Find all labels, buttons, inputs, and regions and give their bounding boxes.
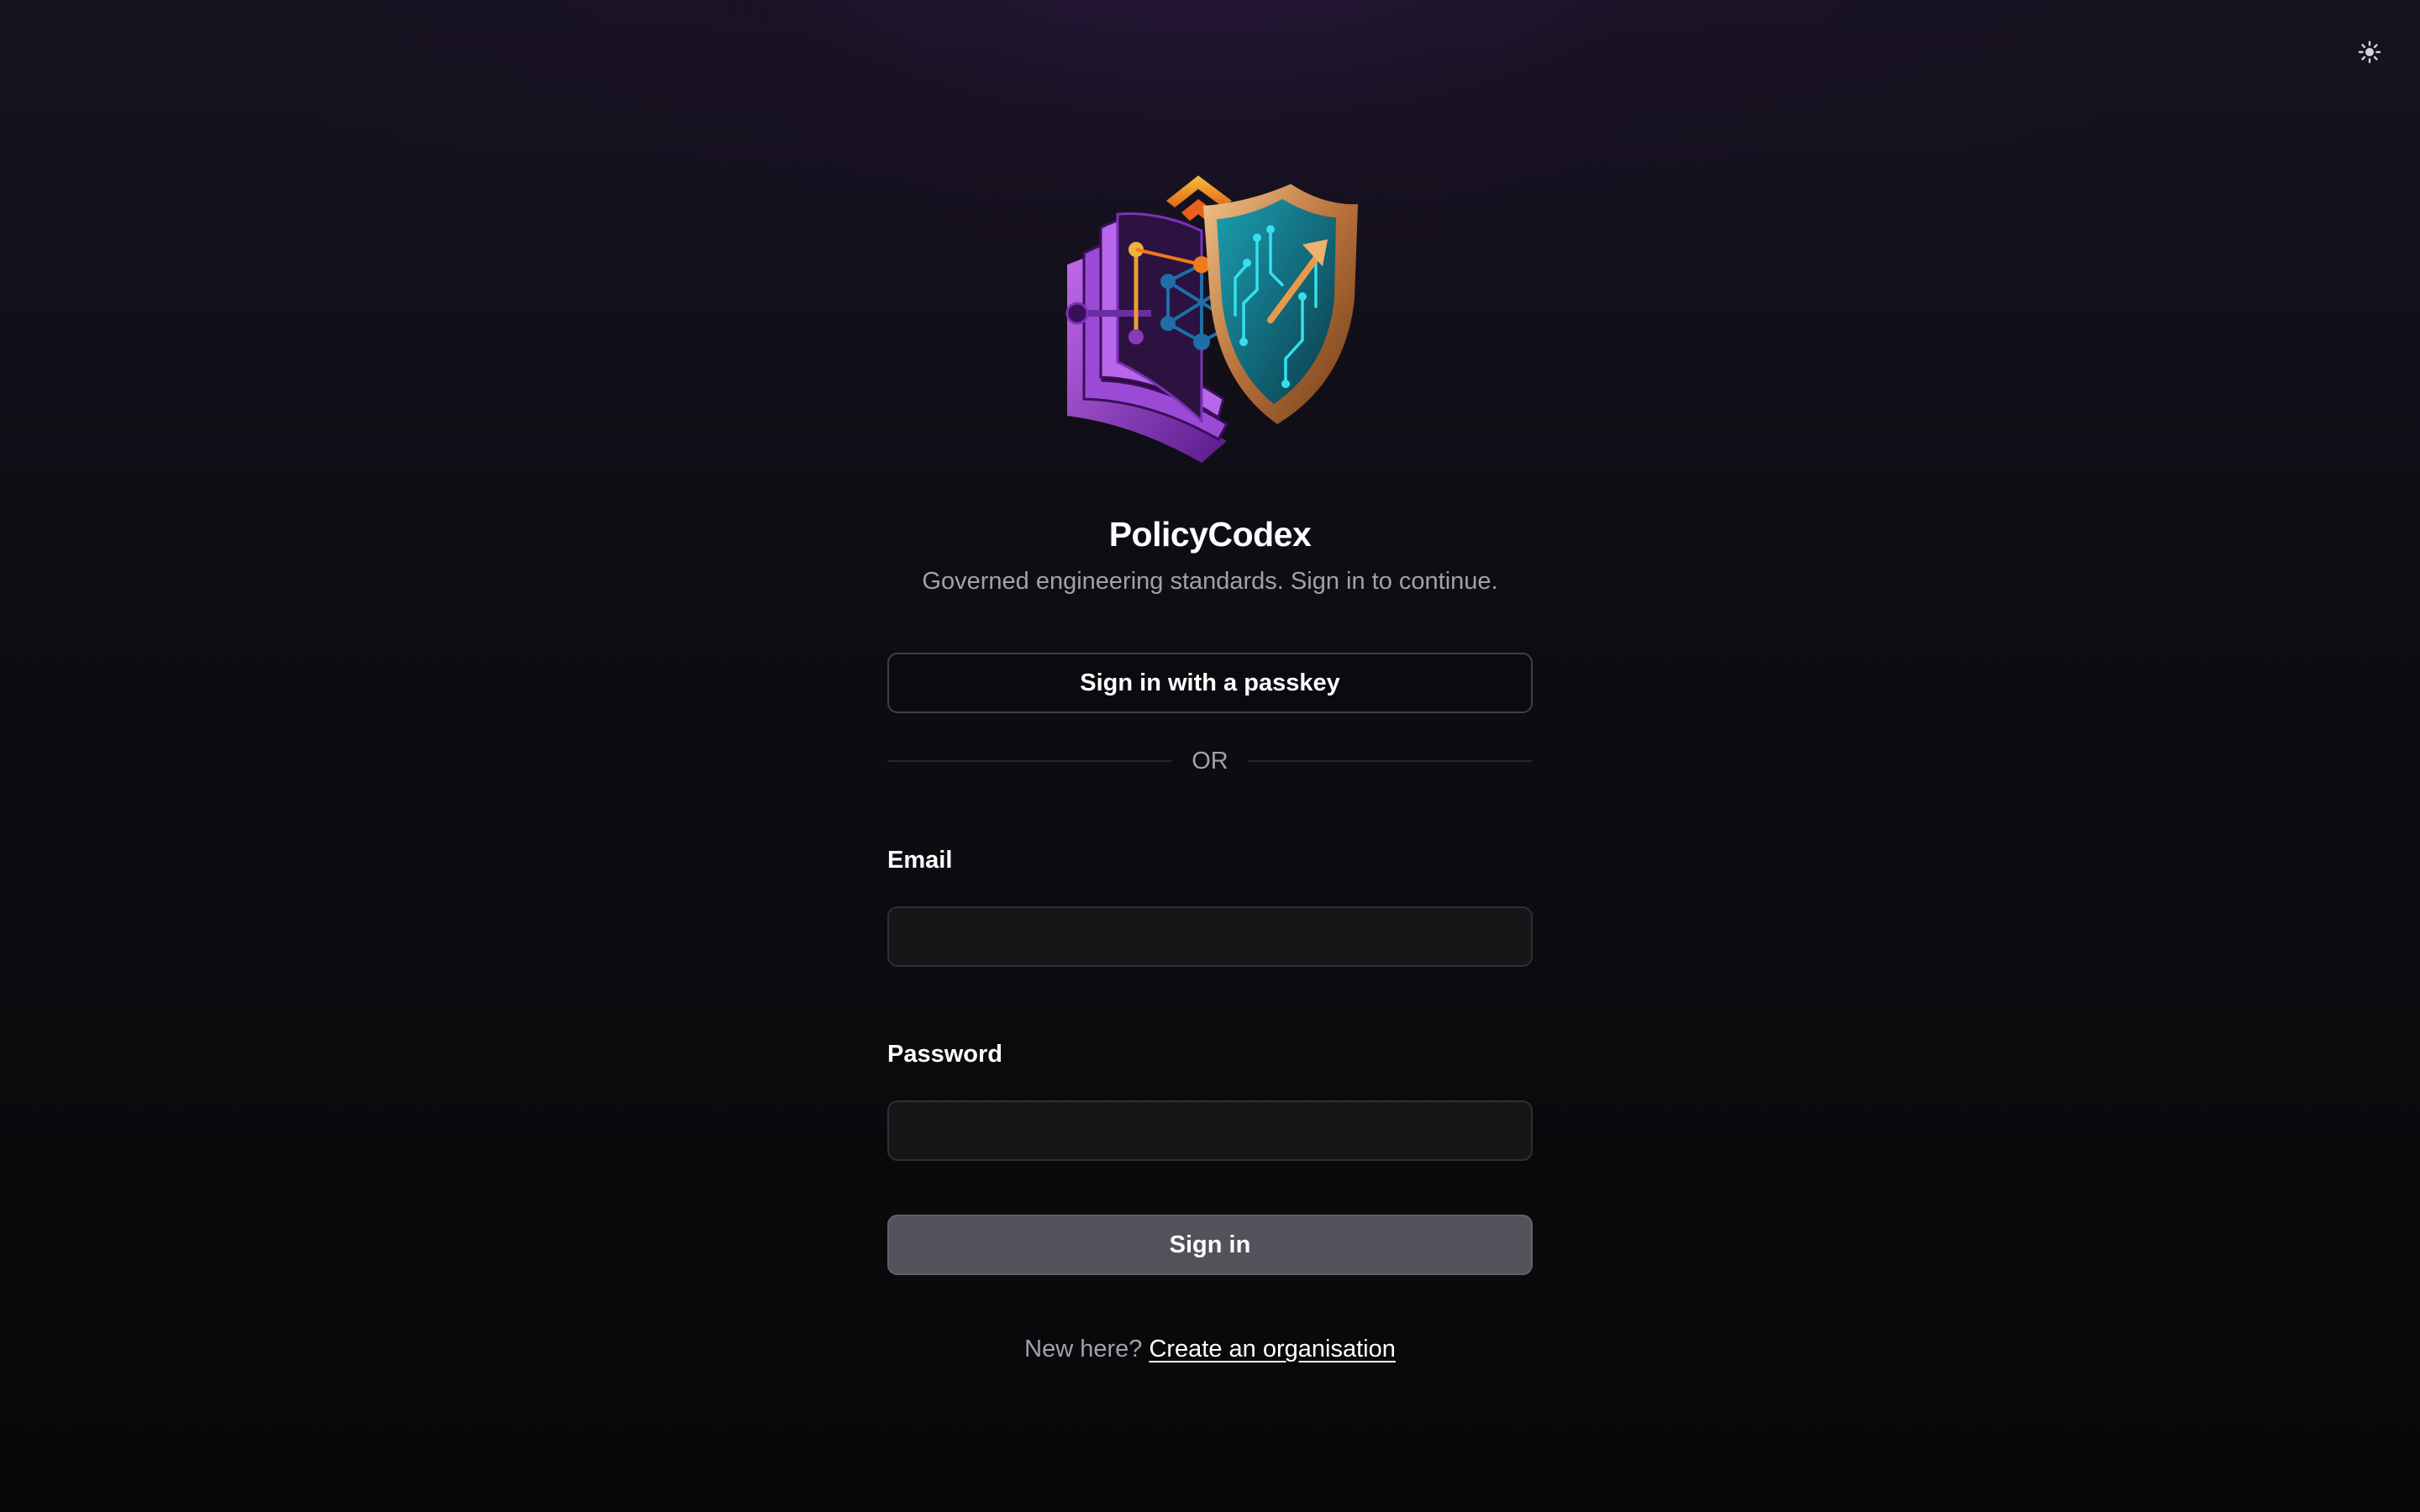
sign-in-button-label: Sign in — [1169, 1231, 1251, 1258]
app-subtitle: Governed engineering standards. Sign in … — [922, 568, 1498, 595]
theme-toggle-button[interactable] — [2353, 35, 2386, 69]
sign-in-card: PolicyCodex Governed engineering standar… — [887, 172, 1533, 1363]
sign-in-button[interactable]: Sign in — [887, 1215, 1533, 1275]
divider-line-left — [887, 760, 1172, 762]
sign-up-prompt: New here? Create an organisation — [887, 1336, 1533, 1363]
email-label: Email — [887, 847, 953, 874]
create-organisation-link[interactable]: Create an organisation — [1149, 1336, 1395, 1362]
app-title: PolicyCodex — [1108, 515, 1312, 554]
passkey-button-label: Sign in with a passkey — [1080, 669, 1340, 696]
email-field[interactable] — [887, 906, 1533, 967]
or-divider: OR — [887, 746, 1533, 776]
policycodex-logo — [887, 172, 1533, 463]
sun-icon — [2358, 40, 2381, 64]
new-here-text: New here? — [1024, 1336, 1143, 1362]
password-field[interactable] — [887, 1100, 1533, 1161]
passkey-sign-in-button[interactable]: Sign in with a passkey — [887, 653, 1533, 713]
divider-line-right — [1248, 760, 1533, 762]
password-label: Password — [887, 1041, 1002, 1068]
divider-label: OR — [1192, 747, 1228, 774]
